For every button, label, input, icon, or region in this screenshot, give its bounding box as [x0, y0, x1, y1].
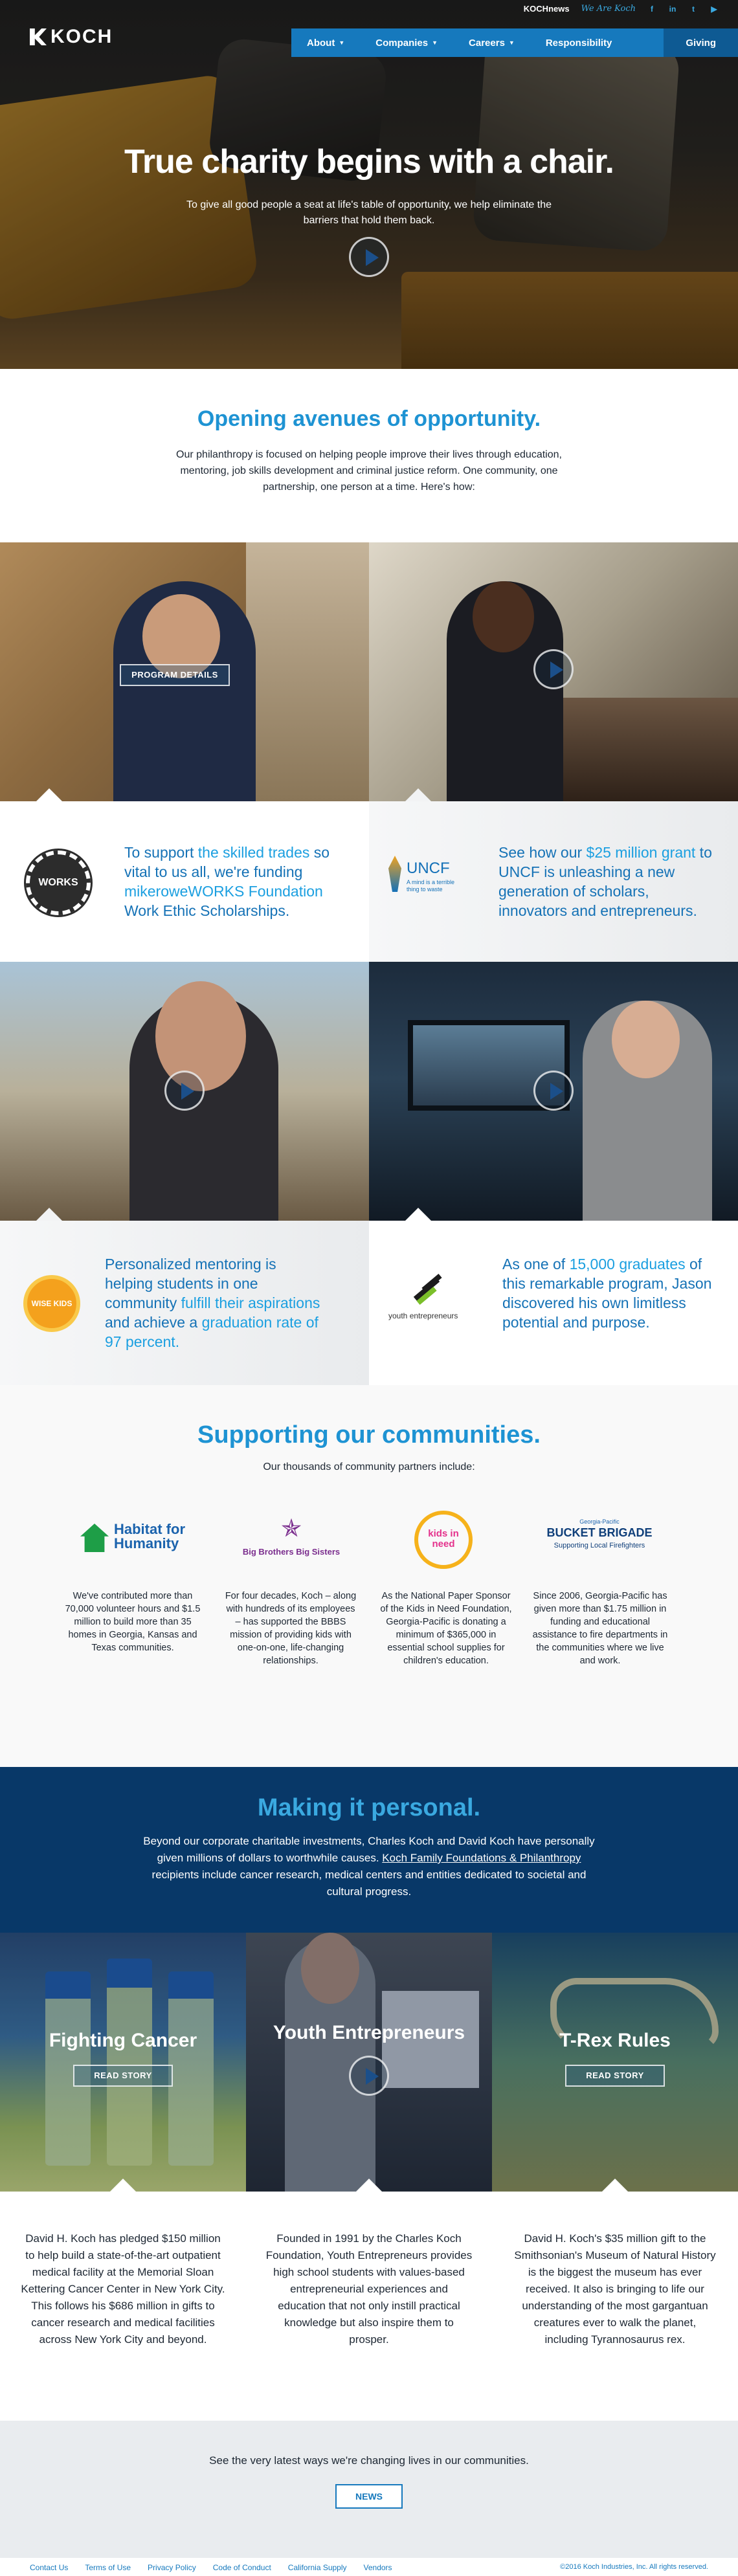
koch-logo-mark-icon [30, 28, 47, 45]
bbbs-text: For four decades, Koch – along with hund… [225, 1591, 357, 1666]
story-text-trex: David H. Koch's $35 million gift to the … [514, 2232, 716, 2346]
habitat-logo: Habitat for Humanity [78, 1520, 201, 1565]
koch-family-foundations-link[interactable]: Koch Family Foundations & Philanthropy [382, 1852, 581, 1864]
linkedin-icon[interactable]: in [668, 5, 677, 14]
read-story-cancer-button[interactable]: READ STORY [73, 2065, 173, 2087]
opening-text: Our philanthropy is focused on helping p… [176, 449, 562, 493]
story-text-youth: Founded in 1991 by the Charles Koch Foun… [265, 2232, 473, 2346]
nav-companies[interactable]: Companies ▼ [360, 28, 453, 57]
site-header: KOCH KOCHnews We Are Koch f in t ▶ About… [0, 0, 738, 57]
chevron-down-icon: ▼ [432, 39, 438, 46]
personal-text: Beyond our corporate charitable investme… [143, 1835, 595, 1898]
nav-about[interactable]: About ▼ [291, 28, 360, 57]
footer-link-code-of-conduct[interactable]: Code of Conduct [213, 2563, 271, 2572]
house-icon [80, 1524, 109, 1552]
hero-play-icon[interactable] [349, 237, 389, 277]
opening-title: Opening avenues of opportunity. [197, 406, 541, 431]
chevron-down-icon: ▼ [508, 39, 515, 46]
story-photo-trex [492, 1933, 738, 2192]
utility-nav: KOCHnews We Are Koch f in t ▶ [524, 4, 719, 14]
footer-link-contact-us[interactable]: Contact Us [30, 2563, 68, 2572]
youth-play-icon[interactable] [533, 1071, 574, 1111]
youth-story-play-icon[interactable] [349, 2056, 389, 2096]
hero-title: True charity begins with a chair. [124, 143, 614, 181]
nav-giving[interactable]: Giving [664, 28, 738, 57]
story-title-cancer: Fighting Cancer [49, 2030, 197, 2051]
youth-text: As one of 15,000 graduates of this remar… [502, 1256, 712, 1331]
story-title-trex: T-Rex Rules [559, 2030, 671, 2051]
program-panel-youth: youth entrepreneurs As one of 15,000 gra… [369, 1221, 738, 1385]
youtube-icon[interactable]: ▶ [710, 5, 719, 14]
nav-careers[interactable]: Careers ▼ [453, 28, 530, 57]
read-story-trex-button[interactable]: READ STORY [565, 2065, 665, 2087]
uncf-text: See how our $25 million grant to UNCF is… [498, 844, 712, 919]
footer-link-privacy-policy[interactable]: Privacy Policy [148, 2563, 196, 2572]
main-nav: About ▼ Companies ▼ Careers ▼ Responsibilit… [291, 28, 738, 57]
page: True charity begins with a chair. To giv… [0, 0, 738, 2576]
youth-entrepreneurs-logo-icon [412, 1274, 442, 1305]
footer-link-california-supply[interactable]: California Supply [288, 2563, 347, 2572]
communities-subtitle: Our thousands of community partners incl… [263, 1461, 475, 1472]
youth-entrepreneurs-logo: youth entrepreneurs [388, 1311, 458, 1320]
uncf-logo: UNCF [407, 860, 450, 877]
bbbs-figures-icon: ✯ [281, 1515, 302, 1542]
story-text-cancer: David H. Koch has pledged $150 million t… [21, 2232, 225, 2346]
wise-kids-logo: WISE KIDS [23, 1275, 80, 1332]
facebook-icon[interactable]: f [647, 5, 656, 14]
copyright: ©2016 Koch Industries, Inc. All rights r… [560, 2563, 708, 2571]
hero-subtitle: To give all good people a seat at life's… [186, 199, 552, 226]
kids-in-need-text: As the National Paper Sponsor of the Kid… [380, 1591, 512, 1666]
site-footer: Contact Us Terms of Use Privacy Policy C… [0, 2558, 738, 2576]
program-panel-works: WORKS To support the skilled trades so v… [0, 801, 369, 962]
program-panel-mentoring: WISE KIDS Personalized mentoring is help… [0, 1221, 369, 1385]
personal-title: Making it personal. [257, 1794, 481, 1821]
bbbs-logo: ✯ Big Brothers Big Sisters [242, 1515, 341, 1557]
koch-news-link[interactable]: KOCHnews [524, 4, 570, 14]
uncf-torch-icon [388, 856, 401, 892]
mentoring-play-icon[interactable] [164, 1071, 205, 1111]
chevron-down-icon: ▼ [339, 39, 345, 46]
twitter-icon[interactable]: t [689, 5, 698, 14]
habitat-text: We've contributed more than 70,000 volun… [65, 1591, 201, 1653]
story-photo-cancer [0, 1933, 246, 2192]
program-panel-uncf: UNCF A mind is a terrible thing to waste… [369, 801, 738, 962]
kids-in-need-logo: kids in need [414, 1511, 473, 1569]
works-text: To support the skilled trades so vital t… [124, 844, 330, 919]
bucket-brigade-text: Since 2006, Georgia-Pacific has given mo… [532, 1591, 668, 1666]
story-title-youth: Youth Entrepreneurs [273, 2022, 465, 2043]
we-are-koch-link[interactable]: We Are Koch [581, 4, 636, 14]
communities-title: Supporting our communities. [197, 1421, 541, 1449]
news-button[interactable]: NEWS [335, 2484, 403, 2509]
uncf-tagline: A mind is a terrible thing to waste [407, 879, 455, 893]
footer-link-terms-of-use[interactable]: Terms of Use [85, 2563, 131, 2572]
program-details-button[interactable]: PROGRAM DETAILS [120, 664, 230, 686]
news-text: See the very latest ways we're changing … [209, 2454, 529, 2467]
koch-logo[interactable]: KOCH [30, 26, 113, 48]
footer-link-vendors[interactable]: Vendors [364, 2563, 392, 2572]
bucket-brigade-logo: Georgia-Pacific BUCKET BRIGADE Supportin… [546, 1518, 653, 1549]
nav-responsibility[interactable]: Responsibility [530, 28, 628, 57]
uncf-play-icon[interactable] [533, 649, 574, 689]
footer-links: Contact Us Terms of Use Privacy Policy C… [30, 2563, 392, 2572]
works-logo: WORKS [24, 849, 93, 917]
mentoring-text: Personalized mentoring is helping studen… [105, 1256, 320, 1350]
